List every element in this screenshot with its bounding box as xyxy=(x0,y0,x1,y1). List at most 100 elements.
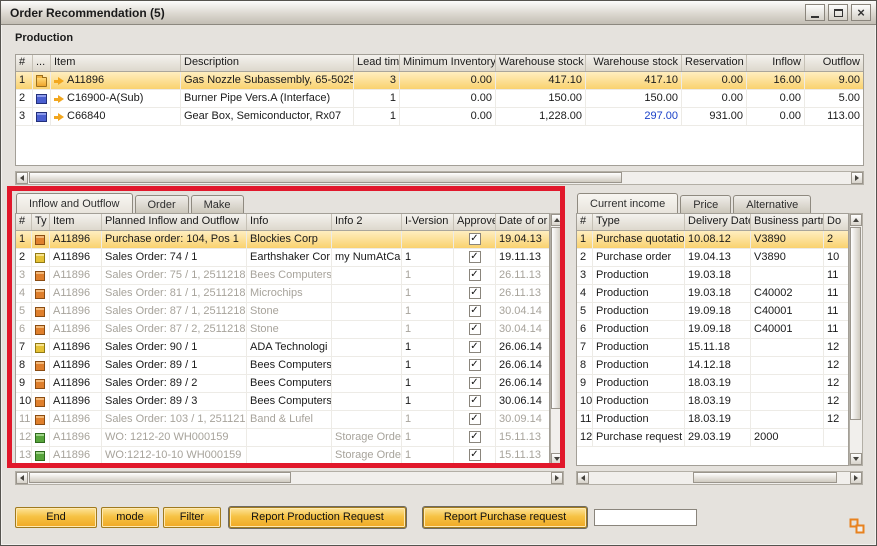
scroll-thumb[interactable] xyxy=(850,227,861,420)
current-income-row[interactable]: 3 Production 19.03.18 11 xyxy=(577,267,848,285)
tab-alternative[interactable]: Alternative xyxy=(733,195,811,213)
warehouse-stock-cell[interactable]: 297.00 xyxy=(586,108,682,126)
mode-button[interactable]: mode xyxy=(101,507,159,528)
current-income-row[interactable]: 8 Production 14.12.18 12 xyxy=(577,357,848,375)
production-table-row[interactable]: 1 A11896 Gas Nozzle Subassembly, 65-5025… xyxy=(16,72,863,90)
scroll-down-button[interactable] xyxy=(551,453,563,465)
link-arrow-icon[interactable] xyxy=(54,113,64,121)
inflow-outflow-row[interactable]: 8 A11896 Sales Order: 89 / 1 Bees Comput… xyxy=(16,357,549,375)
approved-checkbox[interactable]: ✓ xyxy=(469,359,481,371)
current-income-row[interactable]: 2 Purchase order 19.04.13 V3890 10 xyxy=(577,249,848,267)
inflow-outflow-row[interactable]: 4 A11896 Sales Order: 81 / 1, 2511218 Mi… xyxy=(16,285,549,303)
approved-checkbox[interactable]: ✓ xyxy=(469,431,481,443)
production-table-row[interactable]: 2 C16900-A(Sub) Burner Pipe Vers.A (Inte… xyxy=(16,90,863,108)
warehouse-stock-cell[interactable]: 150.00 xyxy=(586,90,682,108)
footer-text-input[interactable] xyxy=(594,509,697,526)
scroll-left-button[interactable] xyxy=(577,472,589,484)
production-table-row[interactable]: 3 C66840 Gear Box, Semiconductor, Rx07 1… xyxy=(16,108,863,126)
item-cell[interactable]: A11896 xyxy=(51,72,181,90)
scroll-track[interactable] xyxy=(28,172,851,184)
approved-checkbox[interactable]: ✓ xyxy=(469,341,481,353)
planned-inflow-outflow-cell: Sales Order: 89 / 3 xyxy=(102,393,247,411)
minimize-button[interactable] xyxy=(805,4,825,21)
tab-price[interactable]: Price xyxy=(680,195,731,213)
titlebar[interactable]: Order Recommendation (5) × xyxy=(1,1,876,25)
filter-button[interactable]: Filter xyxy=(163,507,221,528)
approved-checkbox[interactable]: ✓ xyxy=(469,323,481,335)
link-arrow-icon[interactable] xyxy=(54,95,64,103)
current-income-row[interactable]: 6 Production 19.09.18 C40001 11 xyxy=(577,321,848,339)
inflow-outflow-row[interactable]: 1 A11896 Purchase order: 104, Pos 1 Bloc… xyxy=(16,231,549,249)
scroll-track[interactable] xyxy=(589,472,850,484)
scroll-left-button[interactable] xyxy=(16,172,28,184)
scroll-left-button[interactable] xyxy=(16,472,28,484)
scroll-up-button[interactable] xyxy=(850,214,862,226)
inflow-outflow-row[interactable]: 11 A11896 Sales Order: 103 / 1, 2511218 … xyxy=(16,411,549,429)
report-purchase-request-button[interactable]: Report Purchase request xyxy=(423,507,587,528)
scroll-up-button[interactable] xyxy=(551,214,563,226)
type-cell: Production xyxy=(593,303,685,321)
approved-checkbox[interactable]: ✓ xyxy=(469,287,481,299)
inflow-outflow-row[interactable]: 13 A11896 WO:1212-10-10 WH000159 Storage… xyxy=(16,447,549,465)
tab-current-income[interactable]: Current income xyxy=(577,193,678,213)
current-income-row[interactable]: 10 Production 18.03.19 12 xyxy=(577,393,848,411)
current-income-row[interactable]: 12 Purchase request 29.03.19 2000 xyxy=(577,429,848,447)
scroll-thumb[interactable] xyxy=(551,227,562,409)
tab-make[interactable]: Make xyxy=(191,195,244,213)
scroll-track[interactable] xyxy=(28,472,551,484)
inflow-outflow-row[interactable]: 2 A11896 Sales Order: 74 / 1 Earthshaker… xyxy=(16,249,549,267)
inflow-outflow-row[interactable]: 7 A11896 Sales Order: 90 / 1 ADA Technol… xyxy=(16,339,549,357)
current-income-row[interactable]: 1 Purchase quotation 10.08.12 V3890 2 xyxy=(577,231,848,249)
approved-checkbox[interactable]: ✓ xyxy=(469,449,481,461)
scroll-down-button[interactable] xyxy=(850,453,862,465)
scroll-right-button[interactable] xyxy=(851,172,863,184)
resize-grip-icon[interactable] xyxy=(849,518,865,534)
current-income-row[interactable]: 9 Production 18.03.19 12 xyxy=(577,375,848,393)
date-cell: 19.04.13 xyxy=(496,231,549,249)
link-arrow-icon[interactable] xyxy=(54,77,64,85)
approved-checkbox[interactable]: ✓ xyxy=(469,377,481,389)
inflow-outflow-row[interactable]: 3 A11896 Sales Order: 75 / 1, 2511218 Be… xyxy=(16,267,549,285)
inflow-outflow-row[interactable]: 6 A11896 Sales Order: 87 / 2, 2511218 St… xyxy=(16,321,549,339)
warehouse-stock-cell[interactable]: 417.10 xyxy=(586,72,682,90)
scroll-thumb[interactable] xyxy=(693,472,837,483)
inflow-outflow-row[interactable]: 9 A11896 Sales Order: 89 / 2 Bees Comput… xyxy=(16,375,549,393)
report-production-request-button[interactable]: Report Production Request xyxy=(229,507,406,528)
approved-checkbox[interactable]: ✓ xyxy=(469,269,481,281)
scroll-track[interactable] xyxy=(850,226,862,453)
current-income-vertical-scrollbar[interactable] xyxy=(849,213,863,466)
approved-checkbox[interactable]: ✓ xyxy=(469,395,481,407)
document-type-icon xyxy=(35,307,45,317)
inflow-outflow-row[interactable]: 5 A11896 Sales Order: 87 / 1, 2511218 St… xyxy=(16,303,549,321)
current-income-row[interactable]: 5 Production 19.09.18 C40001 11 xyxy=(577,303,848,321)
inflow-outflow-horizontal-scrollbar[interactable] xyxy=(15,471,564,485)
tab-order[interactable]: Order xyxy=(135,195,189,213)
column-header: Lead time xyxy=(354,55,400,71)
scroll-track[interactable] xyxy=(551,226,563,453)
inflow-outflow-row[interactable]: 12 A11896 WO: 1212-20 WH000159 Storage O… xyxy=(16,429,549,447)
scroll-thumb[interactable] xyxy=(29,172,622,183)
approved-checkbox[interactable]: ✓ xyxy=(469,305,481,317)
document-cell: 11 xyxy=(824,303,848,321)
maximize-button[interactable] xyxy=(828,4,848,21)
production-horizontal-scrollbar[interactable] xyxy=(15,171,864,185)
current-income-row[interactable]: 11 Production 18.03.19 12 xyxy=(577,411,848,429)
approved-checkbox[interactable]: ✓ xyxy=(469,413,481,425)
current-income-row[interactable]: 4 Production 19.03.18 C40002 11 xyxy=(577,285,848,303)
item-cell[interactable]: C66840 xyxy=(51,108,181,126)
current-income-horizontal-scrollbar[interactable] xyxy=(576,471,863,485)
scroll-right-button[interactable] xyxy=(850,472,862,484)
approved-checkbox[interactable]: ✓ xyxy=(469,251,481,263)
info2-cell: Storage Order xyxy=(332,429,402,447)
close-button[interactable]: × xyxy=(851,4,871,21)
scroll-thumb[interactable] xyxy=(29,472,291,483)
current-income-row[interactable]: 7 Production 15.11.18 12 xyxy=(577,339,848,357)
inflow-outflow-row[interactable]: 10 A11896 Sales Order: 89 / 3 Bees Compu… xyxy=(16,393,549,411)
tab-inflow-and-outflow[interactable]: Inflow and Outflow xyxy=(16,193,133,213)
delivery-date-cell: 29.03.19 xyxy=(685,429,751,447)
approved-checkbox[interactable]: ✓ xyxy=(469,233,481,245)
scroll-right-button[interactable] xyxy=(551,472,563,484)
inflow-outflow-vertical-scrollbar[interactable] xyxy=(550,213,564,466)
item-cell[interactable]: C16900-A(Sub) xyxy=(51,90,181,108)
end-button[interactable]: End xyxy=(15,507,97,528)
